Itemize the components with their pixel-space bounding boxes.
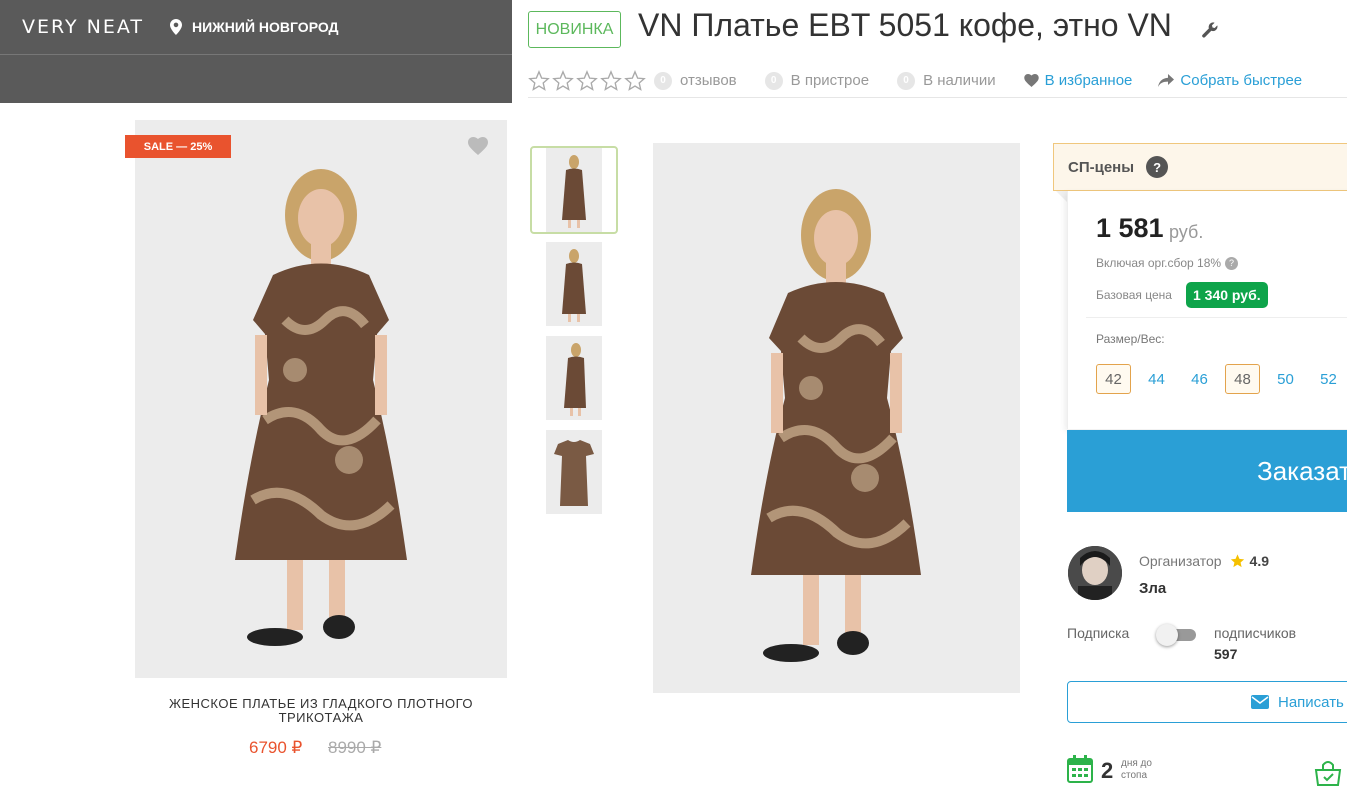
subscription-toggle[interactable] [1156, 624, 1198, 646]
price-value: 1 581 [1096, 213, 1164, 243]
size-label: Размер/Вес: [1096, 332, 1165, 346]
city-selector[interactable]: НИЖНИЙ НОВГОРОД [169, 19, 339, 35]
reviews-label: отзывов [680, 72, 737, 89]
organizer-name[interactable]: Зла [1139, 580, 1166, 597]
share-arrow-icon [1158, 73, 1175, 87]
help-icon[interactable]: ? [1146, 156, 1169, 178]
reviews-link[interactable]: 0 отзывов [654, 71, 737, 90]
sale-badge: SALE — 25% [125, 135, 231, 158]
collect-faster-link[interactable]: Собрать быстрее [1158, 72, 1302, 89]
dress-photo-main [751, 189, 921, 662]
card-title[interactable]: ЖЕНСКОЕ ПЛАТЬЕ ИЗ ГЛАДКОГО ПЛОТНОГО ТРИК… [135, 697, 507, 725]
size-option-44[interactable]: 44 [1139, 364, 1174, 394]
organizer-rating: 4.9 [1249, 553, 1270, 569]
thumbnail-4[interactable] [530, 428, 618, 516]
city-name: НИЖНИЙ НОВГОРОД [191, 19, 339, 35]
collect-faster-label: Собрать быстрее [1180, 72, 1303, 89]
pristroy-link[interactable]: 0 В пристрое [764, 71, 870, 90]
product-title: VN Платье EBT 5051 кофе, этно VN [638, 7, 1172, 43]
write-message-label: Написать [1278, 693, 1344, 711]
organizer-label-row: Организатор 4.9 [1139, 553, 1269, 569]
shopping-bag-icon[interactable] [1313, 756, 1343, 786]
card-price: 6790 ₽ [249, 738, 303, 757]
calendar-icon [1067, 755, 1093, 783]
base-price-value: 1 340 руб. [1186, 282, 1268, 308]
including-fee: Включая орг.сбор 18% ? [1096, 256, 1239, 270]
add-to-favorites-link[interactable]: В избранное [1023, 72, 1133, 89]
card-old-price: 8990 ₽ [328, 738, 382, 757]
page: VERY NEAT НИЖНИЙ НОВГОРОД SALE — 25% ЖЕН… [0, 0, 1347, 787]
envelope-icon [1251, 695, 1269, 709]
new-badge: НОВИНКА [528, 11, 621, 48]
star-empty-icon[interactable] [528, 69, 550, 92]
thumbnail-list [530, 146, 618, 522]
base-price-label: Базовая цена [1096, 288, 1172, 302]
subscription-label: Подписка [1067, 625, 1130, 641]
banner-row: VERY NEAT НИЖНИЙ НОВГОРОД [0, 0, 512, 55]
fee-help-icon[interactable]: ? [1225, 256, 1239, 270]
size-option-52[interactable]: 52 [1311, 364, 1346, 394]
stock-label: В наличии [923, 72, 996, 89]
size-option-48[interactable]: 48 [1225, 364, 1260, 394]
pristroy-count: 0 [764, 71, 783, 90]
pristroy-label: В пристрое [790, 72, 870, 89]
sp-prices-header: СП-цены ? [1053, 143, 1347, 191]
write-message-button[interactable]: Написать [1067, 681, 1347, 723]
wrench-icon[interactable] [1202, 22, 1218, 38]
star-filled-icon [1230, 554, 1244, 568]
size-selector: 42 44 46 48 50 52 [1096, 364, 1347, 394]
size-option-46[interactable]: 46 [1182, 364, 1217, 394]
subscribers-label: подписчиков [1214, 625, 1297, 641]
heart-icon [1023, 74, 1039, 87]
favorite-heart-icon[interactable] [468, 137, 488, 155]
stock-count: 0 [897, 71, 916, 90]
size-option-42[interactable]: 42 [1096, 364, 1131, 394]
toggle-knob [1156, 624, 1178, 646]
star-empty-icon[interactable] [576, 69, 598, 92]
rating-stars[interactable] [528, 69, 646, 92]
card-product-image[interactable] [135, 120, 507, 678]
size-option-50[interactable]: 50 [1268, 364, 1303, 394]
days-to-stop-label: дня до стопа [1121, 758, 1152, 781]
price-currency: руб. [1169, 222, 1204, 242]
thumbnail-3[interactable] [530, 334, 618, 422]
sp-prices-title: СП-цены [1068, 158, 1135, 176]
star-empty-icon[interactable] [552, 69, 574, 92]
order-button[interactable]: Заказать [1067, 430, 1347, 512]
reviews-count: 0 [654, 71, 672, 90]
product-meta-row: 0 отзывов 0 В пристрое 0 В наличии В изб… [528, 64, 1347, 98]
days-to-stop-number: 2 [1101, 758, 1114, 783]
stock-link[interactable]: 0 В наличии [897, 71, 996, 90]
organizer-avatar[interactable] [1068, 546, 1122, 600]
location-pin-icon [169, 19, 182, 35]
star-empty-icon[interactable] [600, 69, 622, 92]
shop-banner: VERY NEAT НИЖНИЙ НОВГОРОД [0, 0, 512, 103]
brand-logo[interactable]: VERY NEAT [22, 16, 144, 38]
including-fee-label: Включая орг.сбор 18% [1096, 256, 1222, 270]
thumbnail-1[interactable] [530, 146, 618, 234]
favorites-label: В избранное [1044, 72, 1133, 89]
main-product-image[interactable] [653, 143, 1020, 693]
subscribers-count: 597 [1214, 646, 1238, 662]
thumbnail-2[interactable] [530, 240, 618, 328]
star-empty-icon[interactable] [624, 69, 646, 92]
dress-photo-left [235, 169, 407, 646]
organizer-label: Организатор [1139, 553, 1222, 569]
divider [1086, 317, 1347, 318]
